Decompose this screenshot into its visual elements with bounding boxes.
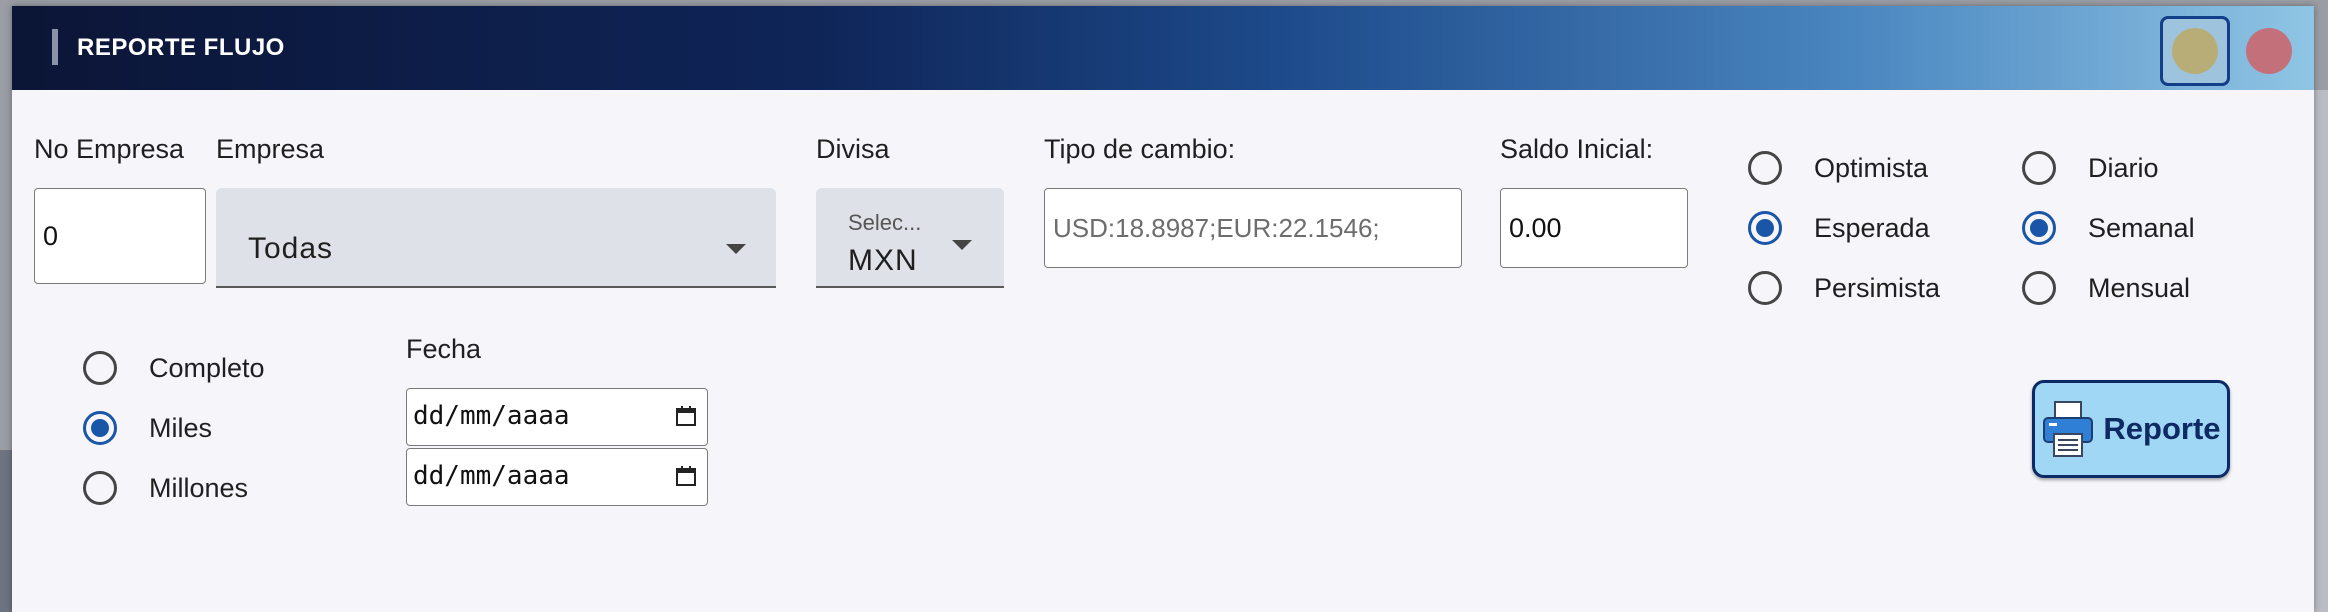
- radio-ring: [1748, 271, 1782, 305]
- empresa-select-value: Todas: [248, 232, 334, 265]
- radio-ring: [83, 471, 117, 505]
- divisa-select-value: MXN: [848, 244, 918, 277]
- printer-icon: [2043, 401, 2094, 457]
- radio-ring: [1748, 151, 1782, 185]
- chevron-down-icon: [952, 240, 972, 250]
- reporte-button-label: Reporte: [2103, 411, 2221, 446]
- radio-millones[interactable]: Millones: [83, 466, 248, 510]
- date-placeholder: dd/mm/aaaa: [413, 401, 570, 431]
- radio-ring: [1748, 211, 1782, 245]
- background-window-edge: [2313, 90, 2328, 612]
- fecha-label: Fecha: [406, 334, 482, 364]
- empresa-label: Empresa: [216, 134, 325, 164]
- radio-miles[interactable]: Miles: [83, 406, 212, 450]
- radio-label: Mensual: [2088, 272, 2191, 303]
- close-button[interactable]: [2234, 16, 2304, 86]
- window-title: REPORTE FLUJO: [77, 34, 285, 61]
- divisa-label: Divisa: [816, 134, 890, 164]
- fecha-hasta-input[interactable]: dd/mm/aaaa: [406, 448, 708, 506]
- minimize-button[interactable]: [2160, 16, 2230, 86]
- radio-label: Semanal: [2088, 212, 2195, 243]
- calendar-icon[interactable]: [675, 465, 697, 487]
- minimize-dot-icon: [2172, 28, 2218, 74]
- radio-ring: [2022, 271, 2056, 305]
- no-empresa-input[interactable]: 0: [34, 188, 206, 284]
- reporte-button[interactable]: Reporte: [2032, 380, 2230, 478]
- report-dialog: REPORTE FLUJO No Empresa 0 Empresa Todas…: [12, 6, 2314, 612]
- radio-ring: [2022, 211, 2056, 245]
- title-bar: REPORTE FLUJO: [12, 6, 2314, 90]
- radio-ring: [83, 351, 117, 385]
- close-dot-icon: [2246, 28, 2292, 74]
- radio-completo[interactable]: Completo: [83, 346, 265, 390]
- radio-label: Completo: [149, 352, 265, 383]
- divisa-select-hint: Selec...: [848, 210, 922, 235]
- radio-label: Esperada: [1814, 212, 1930, 243]
- chevron-down-icon: [726, 244, 746, 254]
- radio-ring: [2022, 151, 2056, 185]
- radio-mensual[interactable]: Mensual: [2022, 266, 2190, 310]
- radio-label: Millones: [149, 472, 249, 503]
- saldo-inicial-label: Saldo Inicial:: [1500, 134, 1654, 164]
- radio-persimista[interactable]: Persimista: [1748, 266, 1940, 310]
- radio-diario[interactable]: Diario: [2022, 146, 2159, 190]
- radio-optimista[interactable]: Optimista: [1748, 146, 1928, 190]
- background-window-edge-left: [0, 450, 12, 612]
- radio-label: Diario: [2088, 152, 2159, 183]
- radio-label: Optimista: [1814, 152, 1929, 183]
- radio-ring: [83, 411, 117, 445]
- divisa-select[interactable]: Selec... MXN: [816, 188, 1004, 288]
- radio-semanal[interactable]: Semanal: [2022, 206, 2195, 250]
- radio-esperada[interactable]: Esperada: [1748, 206, 1930, 250]
- saldo-inicial-input[interactable]: 0.00: [1500, 188, 1688, 268]
- tipo-cambio-label: Tipo de cambio:: [1044, 134, 1236, 164]
- calendar-icon[interactable]: [675, 405, 697, 427]
- fecha-desde-input[interactable]: dd/mm/aaaa: [406, 388, 708, 446]
- title-accent-bar: [52, 29, 58, 65]
- no-empresa-label: No Empresa: [34, 134, 185, 164]
- radio-label: Miles: [149, 412, 213, 443]
- radio-label: Persimista: [1814, 272, 1941, 303]
- tipo-cambio-input[interactable]: USD:18.8987;EUR:22.1546;: [1044, 188, 1462, 268]
- date-placeholder: dd/mm/aaaa: [413, 461, 570, 491]
- empresa-select[interactable]: Todas: [216, 188, 776, 288]
